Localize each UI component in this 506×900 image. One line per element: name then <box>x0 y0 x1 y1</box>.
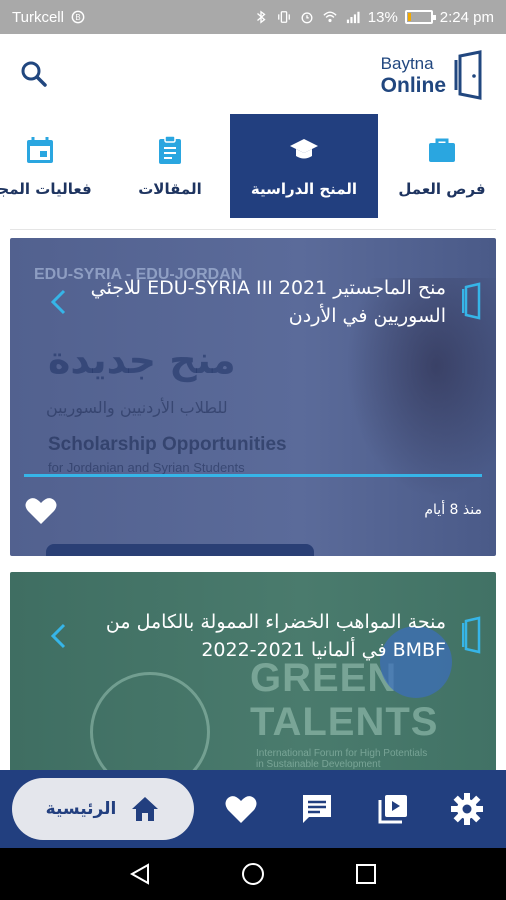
recents-icon[interactable] <box>354 862 378 886</box>
card-title: منحة المواهب الخضراء الممولة بالكامل من … <box>105 611 446 661</box>
battery-icon <box>404 10 436 24</box>
card-image-english-subtitle: for Jordanian and Syrian Students <box>48 460 245 475</box>
wifi-icon <box>323 11 337 23</box>
graduation-cap-icon <box>290 139 318 159</box>
svg-text:B: B <box>75 13 80 22</box>
chat-icon[interactable] <box>300 792 334 826</box>
category-tabs: فرص العمل المنح الدراسية المقالات فعاليا… <box>0 114 506 218</box>
video-library-icon[interactable] <box>376 792 410 826</box>
card-image-english-title: Scholarship Opportunities <box>48 434 287 455</box>
carrier-name: Turkcell <box>12 8 64 26</box>
card-divider <box>24 474 482 477</box>
door-logo-icon <box>462 282 481 320</box>
system-navigation-bar <box>0 848 506 900</box>
clipboard-icon <box>159 135 181 164</box>
app-bar: Baytna Online <box>0 34 506 114</box>
door-logo-icon <box>454 50 482 100</box>
back-icon[interactable] <box>128 862 152 886</box>
nfc-icon: B <box>71 10 85 24</box>
card-image-headline: منح جديدة <box>48 338 236 382</box>
heart-icon[interactable] <box>24 496 58 526</box>
home-icon <box>132 797 159 821</box>
battery-percent: 13% <box>367 8 398 26</box>
scholarship-card[interactable]: EDU-SYRIA - EDU-JORDAN منح جديدة للطلاب … <box>10 238 496 556</box>
globe-illustration <box>90 672 210 770</box>
card-date: منذ 8 أيام <box>424 502 482 518</box>
search-icon[interactable] <box>18 58 50 90</box>
app-logo[interactable]: Baytna Online <box>381 50 484 100</box>
tab-label-articles: المقالات <box>138 180 202 198</box>
tab-label-jobs: فرص العمل <box>398 180 486 198</box>
tab-jobs[interactable]: فرص العمل <box>378 114 506 218</box>
tab-articles[interactable]: المقالات <box>110 114 230 218</box>
card-footer-tab <box>46 544 314 556</box>
chevron-left-icon[interactable] <box>48 288 68 316</box>
nav-home-label: الرئيسية <box>45 799 117 819</box>
status-bar: Turkcell B 13% 2:24 pm <box>0 0 506 34</box>
signal-icon <box>346 11 360 24</box>
bottom-navigation: الرئيسية <box>0 770 506 848</box>
logo-line-1: Baytna <box>380 53 434 73</box>
nav-home[interactable]: الرئيسية <box>12 778 194 840</box>
calendar-icon <box>27 137 53 163</box>
battery-level <box>407 13 411 21</box>
clock: 2:24 pm <box>439 8 494 26</box>
vibrate-icon <box>277 11 290 23</box>
tab-scholarships[interactable]: المنح الدراسية <box>230 114 378 218</box>
tab-label-community-events: فعاليات المجتمع <box>0 180 92 198</box>
card-image-small-text: International Forum for High Potentials … <box>256 748 428 770</box>
briefcase-icon <box>429 138 455 162</box>
alarm-icon <box>301 12 313 24</box>
logo-line-2: Online <box>380 73 446 97</box>
heart-icon[interactable] <box>224 792 258 826</box>
card-title: منح الماجستير EDU-SYRIA III 2021 للاجئي … <box>90 277 446 327</box>
home-circle-icon[interactable] <box>241 862 265 886</box>
scholarship-feed: EDU-SYRIA - EDU-JORDAN منح جديدة للطلاب … <box>10 238 496 770</box>
tab-community-events[interactable]: فعاليات المجتمع <box>0 114 110 218</box>
bluetooth-icon <box>256 10 266 24</box>
tab-label-scholarships: المنح الدراسية <box>250 180 358 198</box>
scholarship-card[interactable]: GREEN TALENTS International Forum for Hi… <box>10 572 496 770</box>
card-image-subheadline: للطلاب الأردنيين والسوريين <box>46 398 228 417</box>
tabs-divider <box>10 229 496 230</box>
door-logo-icon <box>462 616 481 654</box>
chevron-left-icon[interactable] <box>48 622 68 650</box>
settings-icon[interactable] <box>450 792 484 826</box>
